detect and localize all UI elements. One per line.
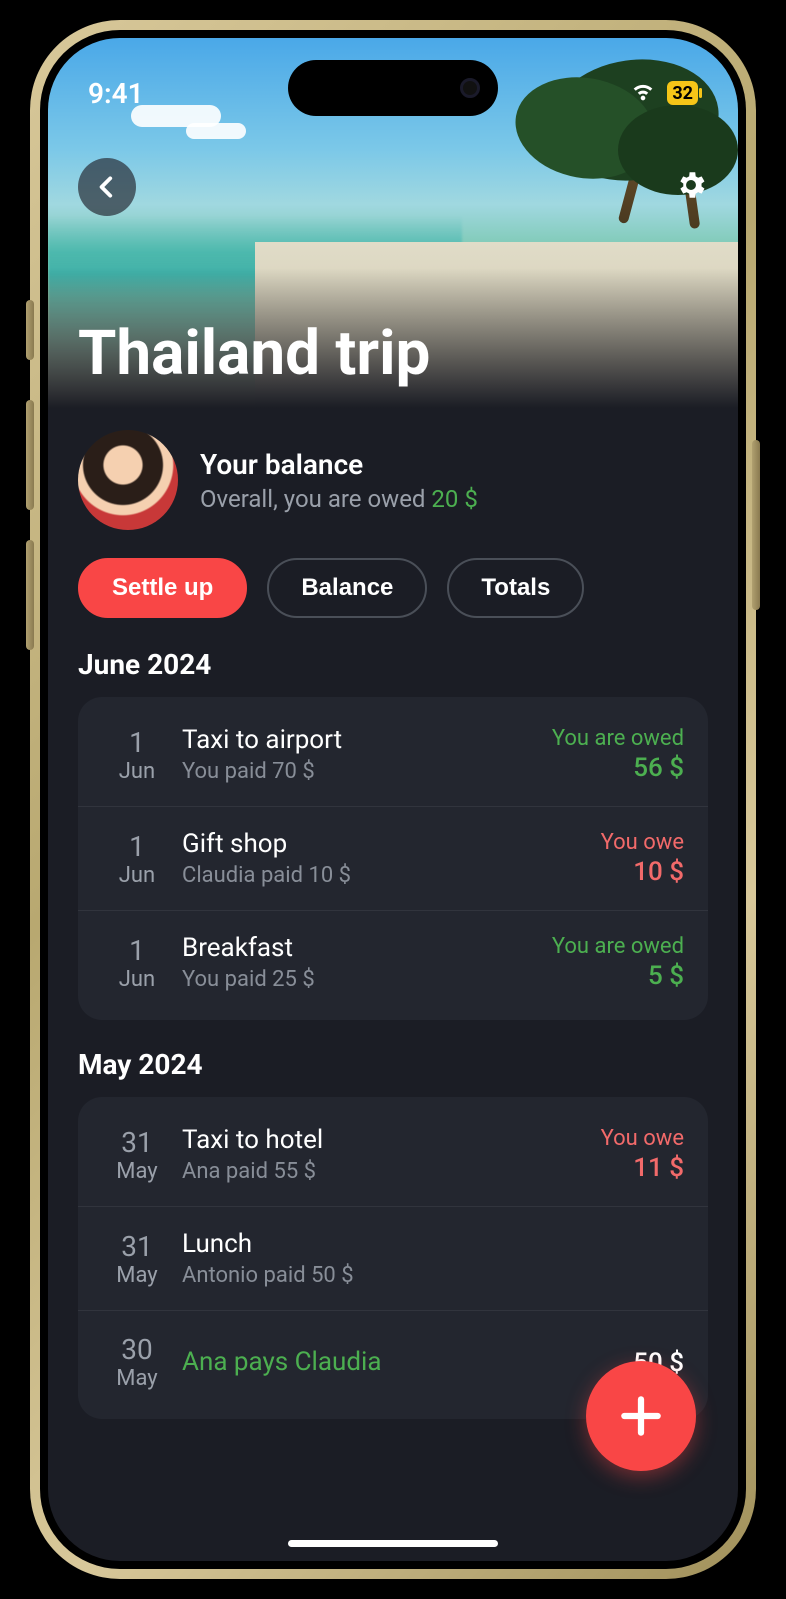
phone-bezel: 9:41 32 <box>40 30 746 1569</box>
back-button[interactable] <box>78 158 136 216</box>
phone-frame: 9:41 32 <box>30 20 756 1579</box>
dynamic-island <box>288 60 498 116</box>
expense-card: 1Jun Taxi to airportYou paid 70 $ You ar… <box>78 697 708 1020</box>
settings-button[interactable] <box>674 168 708 206</box>
volume-up-button <box>26 400 34 510</box>
mute-switch <box>26 300 34 360</box>
user-avatar[interactable] <box>78 430 178 530</box>
add-expense-button[interactable] <box>586 1361 696 1471</box>
battery-icon: 32 <box>667 81 698 105</box>
action-pills: Settle up Balance Totals <box>78 558 708 618</box>
content: Your balance Overall, you are owed 20 $ … <box>48 408 738 1419</box>
balance-subtext: Overall, you are owed 20 $ <box>200 485 478 513</box>
totals-button[interactable]: Totals <box>447 558 584 618</box>
balance-summary: Your balance Overall, you are owed 20 $ <box>78 430 708 530</box>
expense-row[interactable]: 31May Taxi to hotelAna paid 55 $ You owe… <box>78 1103 708 1207</box>
balance-label: Your balance <box>200 448 478 481</box>
expense-row[interactable]: 1Jun BreakfastYou paid 25 $ You are owed… <box>78 911 708 1014</box>
battery-level: 32 <box>667 81 698 105</box>
expense-row[interactable]: 31May LunchAntonio paid 50 $ <box>78 1207 708 1311</box>
month-heading: May 2024 <box>78 1048 708 1081</box>
wifi-icon <box>629 77 657 109</box>
expense-row[interactable]: 1Jun Gift shopClaudia paid 10 $ You owe1… <box>78 807 708 911</box>
screen: 9:41 32 <box>48 38 738 1561</box>
power-button <box>752 440 760 610</box>
month-heading: June 2024 <box>78 648 708 681</box>
home-indicator[interactable] <box>288 1540 498 1547</box>
trip-title: Thailand trip <box>78 317 708 390</box>
balance-amount: 20 $ <box>431 485 477 513</box>
volume-down-button <box>26 540 34 650</box>
settle-up-button[interactable]: Settle up <box>78 558 247 618</box>
balance-button[interactable]: Balance <box>267 558 427 618</box>
status-time: 9:41 <box>88 77 144 110</box>
expense-row[interactable]: 1Jun Taxi to airportYou paid 70 $ You ar… <box>78 703 708 807</box>
